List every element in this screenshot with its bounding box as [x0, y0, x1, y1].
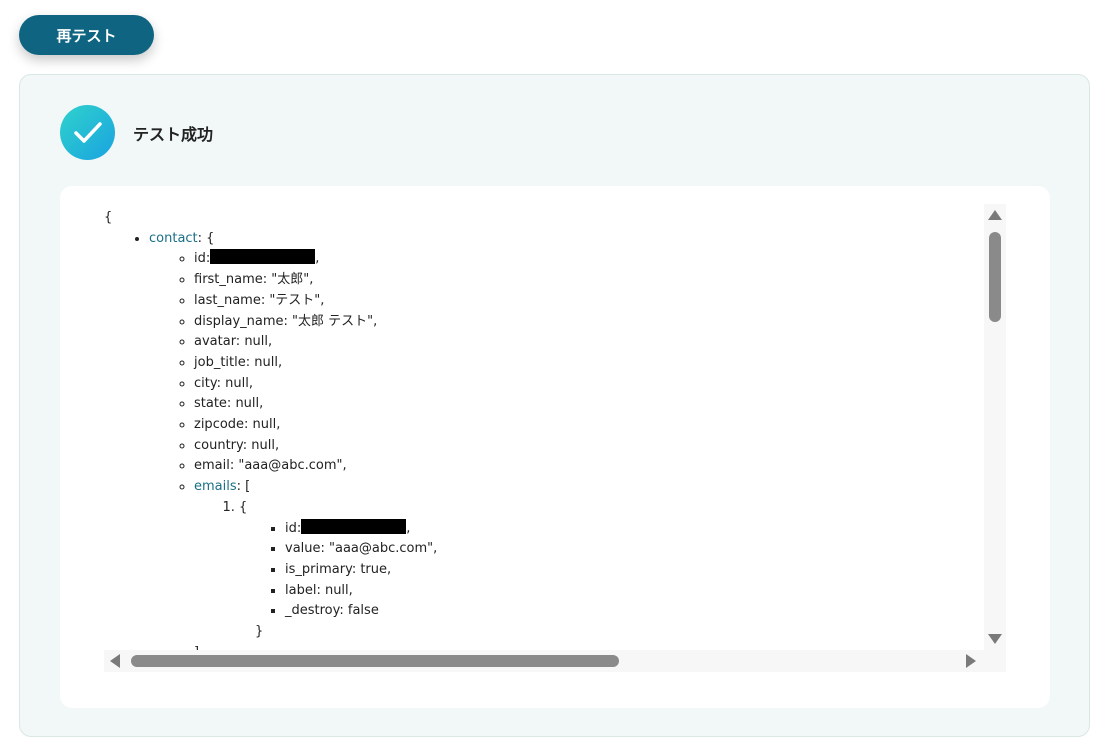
emails-node: emails: [ { id:, value: "aaa@abc.com", i… — [194, 477, 984, 650]
redacted-block — [301, 518, 407, 534]
check-icon — [60, 105, 115, 160]
last-name-field: last_name: "テスト", — [194, 291, 984, 312]
is-primary-field: is_primary: true, — [285, 560, 984, 581]
scroll-left-arrow-icon[interactable] — [110, 654, 120, 668]
json-output-card: { contact: { id:, first_name: "太郎", last… — [60, 186, 1050, 708]
email-item: { id:, value: "aaa@abc.com", is_primary:… — [239, 498, 984, 643]
email-field: email: "aaa@abc.com", — [194, 456, 984, 477]
first-name-field: first_name: "太郎", — [194, 270, 984, 291]
horizontal-scroll-thumb[interactable] — [131, 655, 619, 667]
destroy-field: _destroy: false — [285, 601, 984, 622]
scroll-right-arrow-icon[interactable] — [966, 654, 976, 668]
zipcode-field: zipcode: null, — [194, 415, 984, 436]
contact-node: contact: { id:, first_name: "太郎", last_n… — [149, 229, 984, 650]
country-field: country: null, — [194, 436, 984, 457]
test-result-panel: テスト成功 { contact: { id:, first_name: "太郎"… — [19, 74, 1090, 737]
city-field: city: null, — [194, 374, 984, 395]
scroll-down-arrow-icon[interactable] — [988, 634, 1002, 644]
email-item-close: } — [255, 624, 264, 640]
display-name-field: display_name: "太郎 テスト", — [194, 312, 984, 333]
test-success-title: テスト成功 — [133, 125, 214, 144]
redacted-block — [210, 249, 316, 265]
contact-key[interactable]: contact — [149, 231, 198, 246]
contact-id-field: id:, — [194, 249, 984, 270]
scrollbar-corner — [984, 650, 1006, 672]
state-field: state: null, — [194, 394, 984, 415]
email-value-field: value: "aaa@abc.com", — [285, 539, 984, 560]
vertical-scrollbar[interactable] — [984, 204, 1006, 650]
emails-close: ] — [194, 643, 984, 650]
avatar-field: avatar: null, — [194, 332, 984, 353]
job-title-field: job_title: null, — [194, 353, 984, 374]
horizontal-scrollbar[interactable] — [104, 650, 984, 672]
vertical-scroll-thumb[interactable] — [989, 232, 1001, 322]
label-field: label: null, — [285, 581, 984, 602]
email-id-field: id:, — [285, 518, 984, 540]
scroll-up-arrow-icon[interactable] — [988, 210, 1002, 220]
json-open-brace: { — [104, 210, 113, 225]
json-viewer[interactable]: { contact: { id:, first_name: "太郎", last… — [104, 208, 984, 650]
emails-key[interactable]: emails — [194, 479, 237, 494]
retest-button[interactable]: 再テスト — [19, 15, 154, 55]
